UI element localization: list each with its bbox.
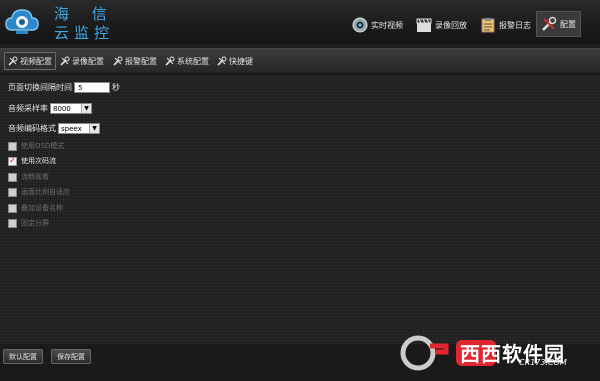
wrench-icon	[113, 56, 123, 66]
sample-rate-label: 音频采样率	[8, 104, 48, 113]
brand-line-2: 云监控	[54, 24, 115, 42]
nav-playback[interactable]: 录像回放	[416, 12, 467, 38]
page-switch-row: 页面切换间隔时间 5 秒	[8, 82, 120, 93]
camera-icon	[352, 17, 368, 33]
option-label: 画面比例自适应	[21, 188, 70, 196]
option-label: 使用OSD模式	[21, 142, 65, 150]
tab-alarm-config[interactable]: 报警配置	[113, 53, 157, 69]
save-config-button[interactable]: 保存配置	[51, 349, 91, 364]
checkbox-box[interactable]: ✓	[8, 156, 17, 166]
tab-label: 系统配置	[177, 56, 209, 66]
wrench-icon	[8, 56, 18, 66]
codec-label: 音频编码格式	[8, 124, 56, 133]
page-switch-unit: 秒	[112, 83, 120, 92]
chevron-down-icon[interactable]: ▼	[81, 104, 91, 113]
nav-live-video[interactable]: 实时视频	[352, 12, 403, 38]
cloud-camera-logo-icon	[5, 9, 39, 34]
codec-select[interactable]: speex ▼	[58, 123, 100, 134]
smooth-view-checkbox[interactable]: 流畅观看	[8, 172, 49, 182]
tab-label: 录像配置	[72, 56, 104, 66]
tab-video-config[interactable]: 视频配置	[4, 52, 56, 70]
brand-line-1: 海 信	[54, 5, 116, 23]
default-config-button[interactable]: 默认配置	[3, 349, 43, 364]
option-label: 叠加设备名称	[21, 204, 63, 212]
fixed-split-checkbox[interactable]: 固定分屏	[8, 218, 49, 228]
codec-row: 音频编码格式 speex ▼	[8, 123, 100, 134]
nav-label: 实时视频	[371, 20, 403, 30]
checkbox-box[interactable]	[8, 141, 17, 151]
nav-label: 录像回放	[435, 20, 467, 30]
overlay-device-name-checkbox[interactable]: 叠加设备名称	[8, 203, 63, 213]
checkbox-box[interactable]	[8, 187, 17, 197]
checkbox-box[interactable]	[8, 218, 17, 228]
nav-label: 配置	[560, 19, 576, 29]
aspect-adaptive-checkbox[interactable]: 画面比例自适应	[8, 187, 70, 197]
clapperboard-icon	[416, 18, 432, 32]
page-switch-input[interactable]: 5	[74, 82, 110, 93]
sample-rate-select[interactable]: 8000 ▼	[50, 103, 92, 114]
clipboard-icon	[481, 18, 495, 33]
tab-system-config[interactable]: 系统配置	[165, 53, 209, 69]
tab-record-config[interactable]: 录像配置	[60, 53, 104, 69]
wrench-icon	[217, 56, 227, 66]
tools-icon	[542, 16, 557, 31]
watermark-sub: CR173.COM	[519, 358, 567, 367]
top-header: 海 信 云监控 实时视频 录像回放 报警日志 配置	[0, 0, 600, 44]
tab-label: 快捷键	[229, 56, 253, 66]
sample-rate-value: 8000	[53, 104, 71, 113]
tab-hotkeys[interactable]: 快捷键	[217, 53, 253, 69]
wrench-icon	[60, 56, 70, 66]
codec-value: speex	[61, 124, 82, 133]
tab-label: 视频配置	[20, 56, 52, 66]
option-label: 使用次码流	[21, 157, 56, 165]
option-label: 固定分屏	[21, 219, 49, 227]
config-tab-bar: 视频配置 录像配置 报警配置 系统配置 快捷键	[0, 48, 600, 74]
nav-config[interactable]: 配置	[536, 11, 581, 37]
checkbox-box[interactable]	[8, 172, 17, 182]
nav-label: 报警日志	[499, 20, 531, 30]
video-config-panel: 页面切换间隔时间 5 秒 音频采样率 8000 ▼ 音频编码格式 speex ▼…	[0, 76, 600, 344]
osd-mode-checkbox[interactable]: 使用OSD模式	[8, 141, 64, 151]
wrench-icon	[165, 56, 175, 66]
option-label: 流畅观看	[21, 173, 49, 181]
checkbox-box[interactable]	[8, 203, 17, 213]
tab-label: 报警配置	[125, 56, 157, 66]
sample-rate-row: 音频采样率 8000 ▼	[8, 103, 92, 114]
page-switch-label: 页面切换间隔时间	[8, 83, 72, 92]
sub-stream-checkbox[interactable]: ✓ 使用次码流	[8, 156, 56, 166]
nav-alarm-log[interactable]: 报警日志	[480, 12, 531, 38]
chevron-down-icon[interactable]: ▼	[89, 124, 99, 133]
